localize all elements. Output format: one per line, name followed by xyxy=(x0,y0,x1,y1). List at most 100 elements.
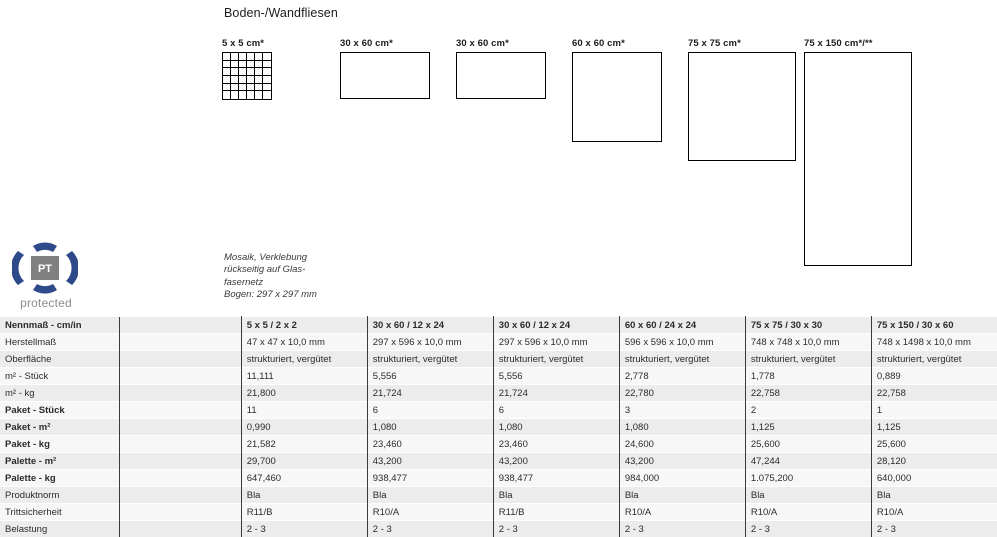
tile-size-label: 60 x 60 cm* xyxy=(572,38,662,49)
table-cell: 1 xyxy=(871,402,997,419)
row-label: m² - kg xyxy=(0,385,119,402)
mosaic-cell xyxy=(247,68,255,76)
tile-outline xyxy=(572,52,662,142)
table-cell: 1,778 xyxy=(745,368,871,385)
table-cell: 1,125 xyxy=(871,419,997,436)
table-cell: 30 x 60 / 12 x 24 xyxy=(493,317,619,334)
table-cell: 297 x 596 x 10,0 mm xyxy=(367,334,493,351)
mosaic-cell xyxy=(231,53,239,61)
table-cell: 43,200 xyxy=(619,453,745,470)
table-cell: 11 xyxy=(241,402,367,419)
table-row: Palette - kg 647,460938,477938,477984,00… xyxy=(0,470,997,487)
table-cell: 25,600 xyxy=(871,436,997,453)
table-spacer-cell xyxy=(119,436,241,453)
table-cell: Bla xyxy=(367,487,493,504)
table-row: Herstellmaß 47 x 47 x 10,0 mm297 x 596 x… xyxy=(0,334,997,351)
table-spacer-cell xyxy=(119,368,241,385)
table-cell: R10/A xyxy=(367,504,493,521)
mosaic-cell xyxy=(223,84,231,92)
table-cell: 43,200 xyxy=(367,453,493,470)
table-cell: Bla xyxy=(241,487,367,504)
table-row: Nennmaß - cm/in 5 x 5 / 2 x 230 x 60 / 1… xyxy=(0,317,997,334)
tile-size-label: 5 x 5 cm* xyxy=(222,38,272,49)
tile-outline xyxy=(688,52,796,161)
table-cell: 11,111 xyxy=(241,368,367,385)
table-cell: 75 x 150 / 30 x 60 xyxy=(871,317,997,334)
table-row: Trittsicherheit R11/BR10/AR11/BR10/AR10/… xyxy=(0,504,997,521)
row-label: Trittsicherheit xyxy=(0,504,119,521)
table-cell: 647,460 xyxy=(241,470,367,487)
table-cell: 23,460 xyxy=(493,436,619,453)
tile-outline xyxy=(340,52,430,99)
row-label: Herstellmaß xyxy=(0,334,119,351)
table-cell: 938,477 xyxy=(367,470,493,487)
table-spacer-cell xyxy=(119,419,241,436)
tile-size-label: 30 x 60 cm* xyxy=(456,38,546,49)
mosaic-note-line-2: rückseitig auf Glas- xyxy=(224,264,317,276)
row-label: Paket - kg xyxy=(0,436,119,453)
table-spacer-cell xyxy=(119,402,241,419)
mosaic-note-line-4: Bogen: 297 x 297 mm xyxy=(224,289,317,301)
table-cell: strukturiert, vergütet xyxy=(871,351,997,368)
mosaic-cell xyxy=(239,84,247,92)
mosaic-cell xyxy=(223,68,231,76)
mosaic-cell xyxy=(263,53,271,61)
tile-block: 75 x 150 cm*/** xyxy=(804,38,912,266)
table-cell: 596 x 596 x 10,0 mm xyxy=(619,334,745,351)
table-cell: Bla xyxy=(493,487,619,504)
table-spacer-cell xyxy=(119,351,241,368)
mosaic-cell xyxy=(231,68,239,76)
table-row: m² - Stück 11,1115,5565,5562,7781,7780,8… xyxy=(0,368,997,385)
table-cell: 0,990 xyxy=(241,419,367,436)
table-cell: 297 x 596 x 10,0 mm xyxy=(493,334,619,351)
table-cell: 47 x 47 x 10,0 mm xyxy=(241,334,367,351)
table-row: Palette - m² 29,70043,20043,20043,20047,… xyxy=(0,453,997,470)
mosaic-cell xyxy=(239,61,247,69)
row-label: Paket - Stück xyxy=(0,402,119,419)
table-cell: strukturiert, vergütet xyxy=(493,351,619,368)
mosaic-tile-grid xyxy=(222,52,272,100)
mosaic-cell xyxy=(223,53,231,61)
table-row: Paket - Stück 1166321 xyxy=(0,402,997,419)
table-cell: 1.075,200 xyxy=(745,470,871,487)
mosaic-cell xyxy=(255,91,263,99)
table-spacer-cell xyxy=(119,334,241,351)
mosaic-cell xyxy=(247,91,255,99)
table-cell: Bla xyxy=(745,487,871,504)
table-cell: 21,724 xyxy=(367,385,493,402)
table-cell: 22,758 xyxy=(871,385,997,402)
row-label: m² - Stück xyxy=(0,368,119,385)
table-cell: 21,724 xyxy=(493,385,619,402)
mosaic-cell xyxy=(247,53,255,61)
table-cell: 22,758 xyxy=(745,385,871,402)
table-row: m² - kg 21,80021,72421,72422,78022,75822… xyxy=(0,385,997,402)
row-label: Produktnorm xyxy=(0,487,119,504)
table-cell: 21,800 xyxy=(241,385,367,402)
mosaic-cell xyxy=(255,61,263,69)
table-cell: 748 x 748 x 10,0 mm xyxy=(745,334,871,351)
table-cell: 75 x 75 / 30 x 30 xyxy=(745,317,871,334)
table-cell: 640,000 xyxy=(871,470,997,487)
table-cell: R11/B xyxy=(241,504,367,521)
table-row: Paket - kg 21,58223,46023,46024,60025,60… xyxy=(0,436,997,453)
table-cell: 984,000 xyxy=(619,470,745,487)
table-cell: R10/A xyxy=(619,504,745,521)
mosaic-cell xyxy=(255,68,263,76)
table-row: Produktnorm BlaBlaBlaBlaBlaBla xyxy=(0,487,997,504)
mosaic-cell xyxy=(247,76,255,84)
specification-table: Nennmaß - cm/in 5 x 5 / 2 x 230 x 60 / 1… xyxy=(0,316,997,537)
row-label: Palette - kg xyxy=(0,470,119,487)
mosaic-cell xyxy=(263,76,271,84)
table-cell: 1,080 xyxy=(367,419,493,436)
table-cell: 21,582 xyxy=(241,436,367,453)
table-cell: 1,080 xyxy=(619,419,745,436)
table-spacer-cell xyxy=(119,504,241,521)
row-label: Paket - m² xyxy=(0,419,119,436)
table-cell: 47,244 xyxy=(745,453,871,470)
mosaic-cell xyxy=(263,91,271,99)
table-cell: 22,780 xyxy=(619,385,745,402)
table-cell: 6 xyxy=(493,402,619,419)
tile-size-label: 30 x 60 cm* xyxy=(340,38,430,49)
table-spacer-cell xyxy=(119,385,241,402)
mosaic-cell xyxy=(223,91,231,99)
